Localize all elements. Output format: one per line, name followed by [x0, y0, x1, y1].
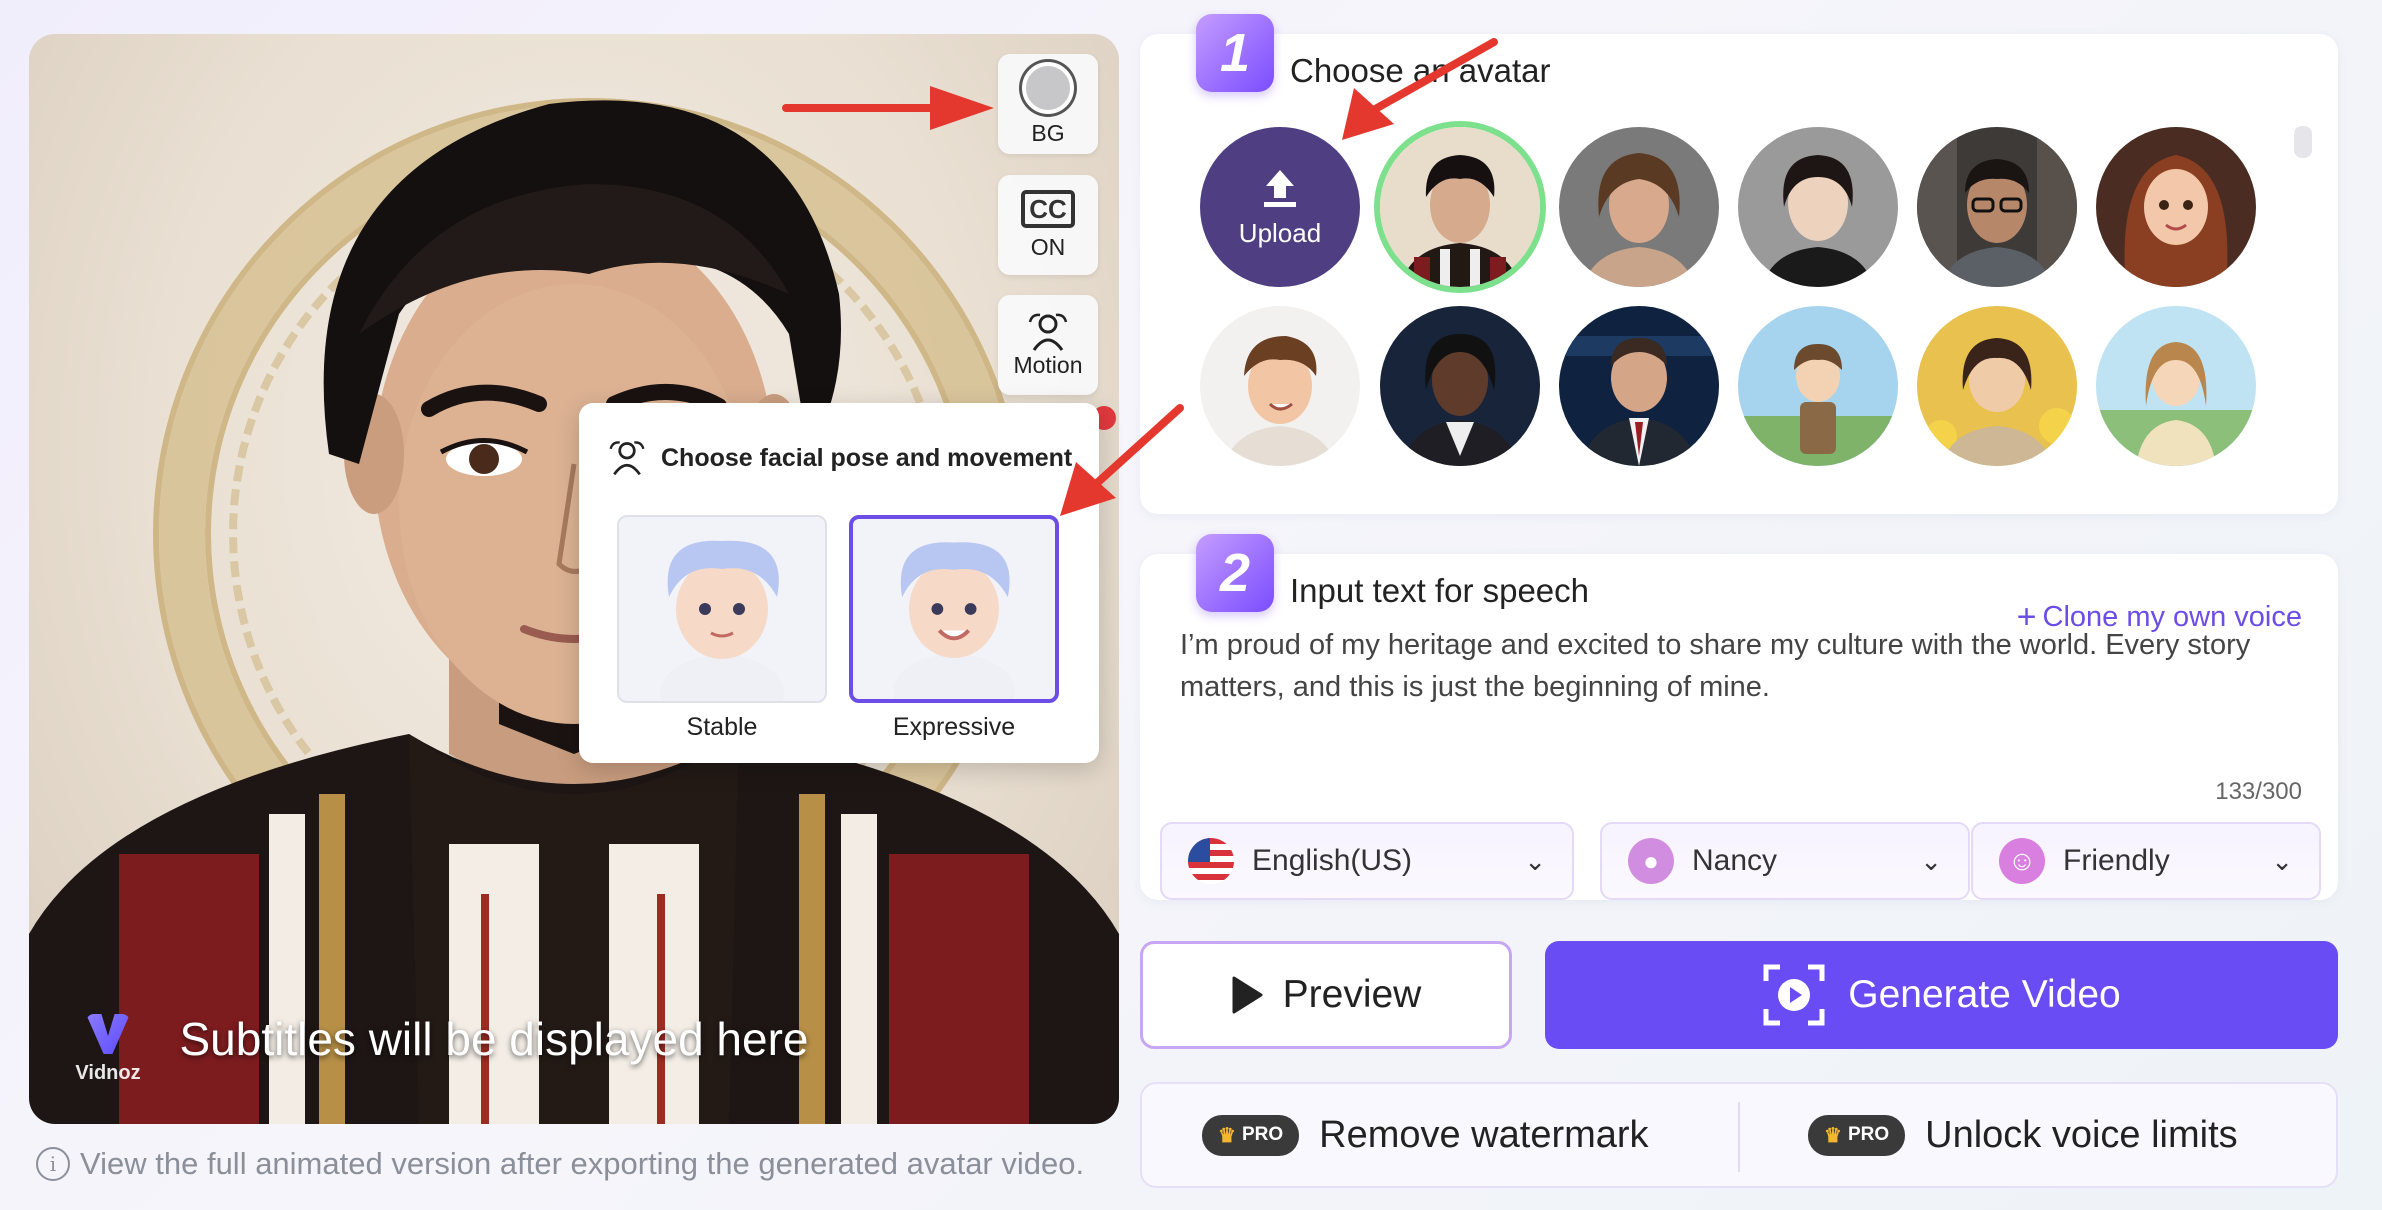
- unlock-voice-limits-label: Unlock voice limits: [1925, 1113, 2238, 1156]
- pose-popup-title: Choose facial pose and movement: [661, 443, 1073, 472]
- pose-option-stable-label: Stable: [686, 713, 758, 741]
- chevron-down-icon: ⌄: [2271, 845, 2293, 876]
- upload-label: Upload: [1238, 217, 1322, 248]
- pose-popup-header: Choose facial pose and movement: [607, 439, 1072, 477]
- annotation-arrow-upload: [1342, 38, 1498, 140]
- upload-avatar-button[interactable]: Upload: [1200, 127, 1360, 287]
- voice-value: Nancy: [1692, 844, 1778, 877]
- step-2-badge: 2: [1196, 534, 1274, 612]
- voice-select[interactable]: ● Nancy ⌄: [1600, 822, 1970, 900]
- step-1-badge: 1: [1196, 14, 1274, 92]
- chevron-down-icon: ⌄: [1920, 845, 1942, 876]
- pro-badge: ♛ PRO: [1202, 1114, 1300, 1156]
- background-color-icon: [1022, 61, 1074, 114]
- background-button[interactable]: BG: [998, 54, 1098, 154]
- motion-button-label: Motion: [1013, 351, 1083, 378]
- avatar-anime-girl-sunflowers[interactable]: [1917, 306, 2077, 466]
- upload-icon: [1264, 169, 1296, 207]
- crown-icon: ♛: [1218, 1124, 1236, 1147]
- pose-option-expressive-label: Expressive: [892, 713, 1016, 741]
- avatar-list-scrollbar[interactable]: [2294, 126, 2312, 158]
- preview-button[interactable]: Preview: [1140, 941, 1512, 1049]
- divider: [1738, 1102, 1740, 1172]
- vidnoz-watermark: Vidnoz: [63, 1014, 153, 1085]
- input-text-title: Input text for speech: [1290, 572, 1590, 609]
- speech-text-input[interactable]: I’m proud of my heritage and excited to …: [1180, 624, 2280, 708]
- avatar-news-anchor-man[interactable]: [1559, 306, 1719, 466]
- character-counter: 133/300: [2215, 778, 2302, 805]
- us-flag-icon: [1188, 838, 1234, 884]
- play-icon: [1232, 976, 1263, 1014]
- language-select[interactable]: English(US) ⌄: [1160, 822, 1574, 900]
- voice-avatar-icon: ●: [1628, 838, 1674, 884]
- annotation-arrow-pose: [1060, 404, 1184, 516]
- video-focus-icon: [1763, 964, 1825, 1026]
- pro-upgrade-bar: ♛ PRO Remove watermark ♛ PRO Unlock voic…: [1140, 1082, 2338, 1188]
- remove-watermark-button[interactable]: ♛ PRO Remove watermark: [1202, 1084, 1649, 1186]
- stable-pose-thumbnail: [660, 540, 784, 701]
- smile-icon: ☺: [1999, 838, 2045, 884]
- export-note: i View the full animated version after e…: [36, 1146, 1084, 1182]
- brand-name: Vidnoz: [75, 1062, 141, 1084]
- avatar-anime-girl-meadow[interactable]: [2096, 306, 2256, 466]
- avatar-cartoon-man-brown-hair[interactable]: [1200, 306, 1360, 466]
- generate-video-button[interactable]: Generate Video: [1545, 941, 2338, 1049]
- pro-badge-label: PRO: [1847, 1124, 1890, 1145]
- motion-person-icon: [1028, 313, 1068, 351]
- motion-button[interactable]: Motion: [998, 295, 1098, 395]
- facial-pose-popup: Choose facial pose and movement Stable E…: [579, 403, 1099, 763]
- emotion-select[interactable]: ☺ Friendly ⌄: [1971, 822, 2321, 900]
- input-text-card: Input text for speech + Clone my own voi…: [1140, 554, 2338, 900]
- expressive-pose-thumbnail: [893, 542, 1015, 699]
- pro-badge-label: PRO: [1241, 1124, 1284, 1145]
- avatar-young-man-traditional[interactable]: [1380, 127, 1540, 287]
- pose-option-stable[interactable]: [617, 515, 827, 703]
- captions-toggle-button[interactable]: CC ON: [998, 175, 1098, 275]
- pose-person-icon: [609, 441, 645, 476]
- info-icon: i: [36, 1147, 70, 1181]
- pro-badge: ♛ PRO: [1808, 1114, 1906, 1156]
- language-value: English(US): [1252, 844, 1413, 877]
- chevron-down-icon: ⌄: [1524, 845, 1546, 876]
- unlock-voice-limits-button[interactable]: ♛ PRO Unlock voice limits: [1808, 1084, 2238, 1186]
- captions-toggle-label: ON: [1030, 233, 1066, 260]
- remove-watermark-label: Remove watermark: [1319, 1113, 1649, 1156]
- avatar-woman-curly-hair[interactable]: [1559, 127, 1719, 287]
- crown-icon: ♛: [1824, 1124, 1842, 1147]
- annotation-arrow-bg: [782, 86, 994, 130]
- preview-label: Preview: [1282, 973, 1422, 1016]
- avatar-news-anchor-woman[interactable]: [1380, 306, 1540, 466]
- emotion-value: Friendly: [2063, 844, 2170, 877]
- export-note-text: View the full animated version after exp…: [80, 1146, 1085, 1181]
- avatar-cartoon-woman-red-hair[interactable]: [2096, 127, 2256, 287]
- avatar-woman-black-shirt[interactable]: [1738, 127, 1898, 287]
- avatar-anime-boy-field[interactable]: [1738, 306, 1898, 466]
- vidnoz-logo-icon: [86, 1014, 130, 1054]
- background-button-label: BG: [1031, 119, 1065, 146]
- closed-captions-icon: CC: [1021, 189, 1075, 228]
- generate-video-label: Generate Video: [1848, 973, 2121, 1016]
- avatar-man-glasses-office[interactable]: [1917, 127, 2077, 287]
- pose-option-expressive[interactable]: [849, 515, 1059, 703]
- subtitle-placeholder: Subtitles will be displayed here: [179, 1013, 809, 1065]
